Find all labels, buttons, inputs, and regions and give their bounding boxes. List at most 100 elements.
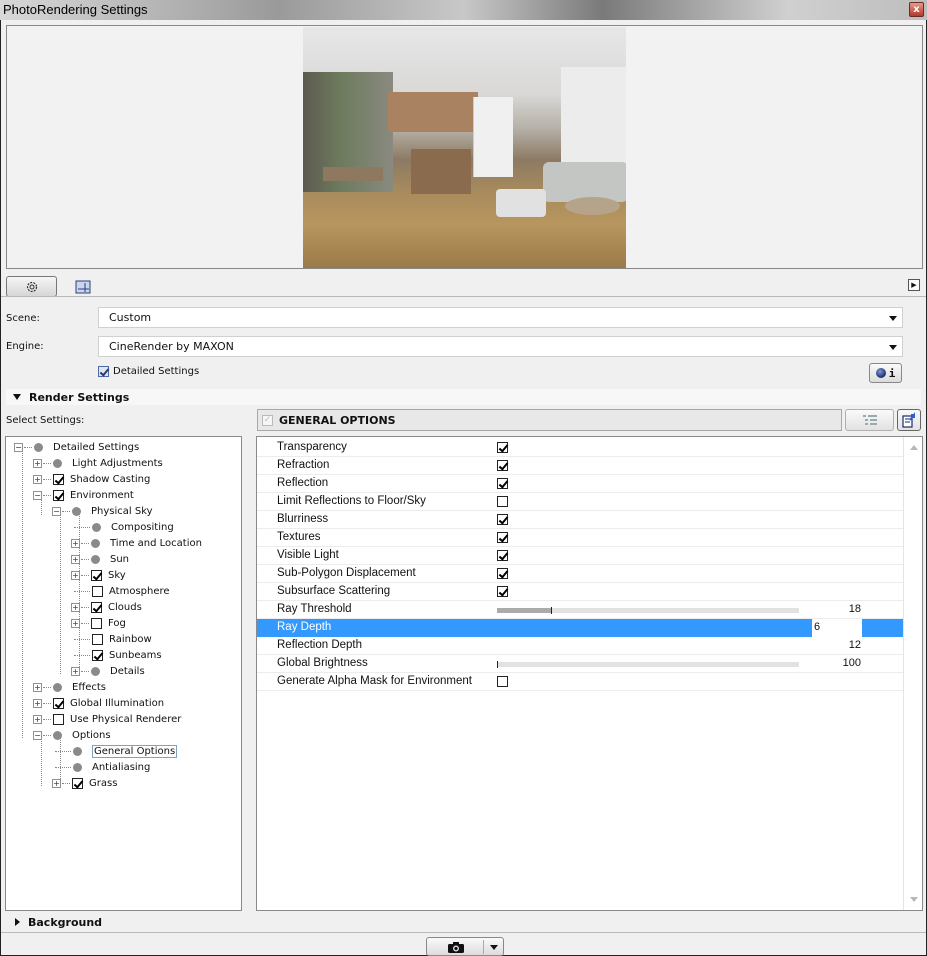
background-header[interactable]: Background — [6, 914, 102, 930]
option-row[interactable]: Reflection — [257, 475, 903, 493]
slider-handle[interactable] — [497, 661, 498, 668]
checkbox-checked-icon[interactable] — [72, 777, 83, 789]
render-button[interactable] — [426, 937, 504, 956]
checkbox-unchecked-icon[interactable] — [497, 496, 508, 507]
checkbox-checked-icon[interactable] — [497, 586, 508, 597]
scene-select[interactable]: Custom — [98, 307, 903, 328]
checkbox-checked-icon[interactable] — [497, 532, 508, 543]
option-row[interactable]: Transparency — [257, 439, 903, 457]
tree-item[interactable]: + Use Physical Renderer — [33, 711, 181, 727]
render-settings-header[interactable]: Render Settings — [6, 389, 921, 405]
tree-item[interactable]: − Environment — [33, 487, 134, 503]
collapse-icon[interactable]: − — [14, 442, 23, 452]
checkbox-checked-icon[interactable] — [98, 366, 109, 377]
chevron-down-icon[interactable] — [490, 945, 498, 950]
expand-icon[interactable]: + — [33, 474, 42, 484]
scroll-down-icon[interactable] — [910, 897, 918, 902]
option-row[interactable]: Ray Threshold 18 — [257, 601, 903, 619]
tree-item[interactable]: + Effects — [33, 679, 106, 695]
checkbox-checked-icon[interactable] — [92, 649, 103, 661]
collapse-icon[interactable]: − — [33, 490, 42, 500]
detailed-settings-checkbox[interactable]: Detailed Settings — [98, 366, 199, 377]
option-value-input[interactable]: 6 — [814, 621, 820, 633]
expand-icon[interactable]: + — [33, 698, 42, 708]
option-row[interactable]: Visible Light — [257, 547, 903, 565]
expand-icon[interactable]: + — [71, 570, 80, 580]
settings-tree[interactable]: − Detailed Settings + Light Adjustments + Sha… — [5, 436, 242, 911]
expand-icon[interactable]: + — [71, 618, 80, 628]
tree-item[interactable]: Sunbeams — [71, 647, 162, 663]
collapse-icon[interactable]: − — [33, 730, 42, 740]
expand-icon[interactable]: + — [33, 458, 42, 468]
tree-item[interactable]: + Light Adjustments — [33, 455, 163, 471]
close-icon[interactable]: x — [909, 2, 924, 17]
option-row[interactable]: Subsurface Scattering — [257, 583, 903, 601]
tree-item[interactable]: − Physical Sky — [52, 503, 153, 519]
checkbox-checked-icon[interactable] — [497, 478, 508, 489]
export-settings-button[interactable] — [897, 409, 921, 431]
expand-icon[interactable]: + — [71, 538, 80, 548]
expand-icon[interactable]: + — [71, 554, 80, 564]
checkbox-checked-icon[interactable] — [53, 489, 64, 501]
general-options-list[interactable]: Transparency Refraction Reflection Limit Re… — [256, 436, 923, 911]
option-row[interactable]: Sub-Polygon Displacement — [257, 565, 903, 583]
expand-icon[interactable]: + — [33, 714, 42, 724]
vertical-scrollbar[interactable] — [903, 437, 922, 910]
tree-item[interactable]: − Options — [33, 727, 111, 743]
tree-connector — [62, 782, 70, 784]
tree-item[interactable]: + Global Illumination — [33, 695, 164, 711]
tree-item[interactable]: Antialiasing — [52, 759, 150, 775]
checkbox-checked-icon[interactable] — [497, 460, 508, 471]
option-row[interactable]: Limit Reflections to Floor/Sky — [257, 493, 903, 511]
tree-item[interactable]: Rainbow — [71, 631, 152, 647]
tree-item[interactable]: + Sun — [71, 551, 129, 567]
option-row[interactable]: Blurriness — [257, 511, 903, 529]
engine-select[interactable]: CineRender by MAXON — [98, 336, 903, 357]
tree-item[interactable]: General Options — [52, 743, 178, 759]
option-row[interactable]: Refraction — [257, 457, 903, 475]
checkbox-checked-icon[interactable] — [91, 601, 102, 613]
tree-item[interactable]: + Fog — [71, 615, 126, 631]
settings-tab-button[interactable] — [6, 276, 57, 297]
engine-info-button[interactable]: i — [869, 363, 902, 383]
checkbox-unchecked-icon[interactable] — [53, 713, 64, 725]
image-size-tab-button[interactable] — [71, 276, 95, 297]
checkbox-unchecked-icon[interactable] — [497, 676, 508, 687]
expand-icon[interactable]: + — [71, 666, 80, 676]
tree-item[interactable]: + Sky — [71, 567, 126, 583]
checkbox-checked-icon[interactable] — [497, 442, 508, 453]
option-row[interactable]: Textures — [257, 529, 903, 547]
tree-item[interactable]: − Detailed Settings — [14, 439, 139, 455]
tree-item[interactable]: + Clouds — [71, 599, 142, 615]
tree-item[interactable]: Atmosphere — [71, 583, 170, 599]
scroll-up-icon[interactable] — [910, 445, 918, 450]
tree-item[interactable]: + Details — [71, 663, 145, 679]
checkbox-unchecked-icon[interactable] — [92, 633, 103, 645]
collapse-icon[interactable]: − — [52, 506, 61, 516]
option-value[interactable]: 12 — [849, 639, 861, 651]
expand-icon[interactable]: + — [33, 682, 42, 692]
expand-icon[interactable]: + — [71, 602, 80, 612]
option-row[interactable]: Reflection Depth 12 — [257, 637, 903, 655]
tree-item[interactable]: + Grass — [52, 775, 117, 791]
checkbox-checked-icon[interactable] — [497, 514, 508, 525]
option-row[interactable]: Generate Alpha Mask for Environment — [257, 673, 903, 691]
expand-icon[interactable]: + — [52, 778, 61, 788]
option-row[interactable]: Global Brightness 100 — [257, 655, 903, 673]
slider-track[interactable] — [497, 661, 799, 668]
checkbox-unchecked-icon[interactable] — [91, 617, 102, 629]
tree-item[interactable]: + Time and Location — [71, 535, 202, 551]
checkbox-checked-icon[interactable] — [91, 569, 102, 581]
tree-item[interactable]: Compositing — [71, 519, 174, 535]
checkbox-checked-icon[interactable] — [497, 568, 508, 579]
checkbox-unchecked-icon[interactable] — [92, 585, 103, 597]
expand-panel-button[interactable]: ▶ — [908, 279, 920, 291]
checkbox-checked-icon[interactable] — [53, 473, 64, 485]
checkbox-checked-icon[interactable] — [497, 550, 508, 561]
checkbox-checked-icon[interactable] — [53, 697, 64, 709]
option-row[interactable]: Ray Depth 6 — [257, 619, 903, 637]
slider-handle[interactable] — [551, 607, 553, 614]
slider-track[interactable] — [497, 607, 799, 614]
tree-item[interactable]: + Shadow Casting — [33, 471, 150, 487]
tree-list-view-button[interactable] — [845, 409, 894, 431]
